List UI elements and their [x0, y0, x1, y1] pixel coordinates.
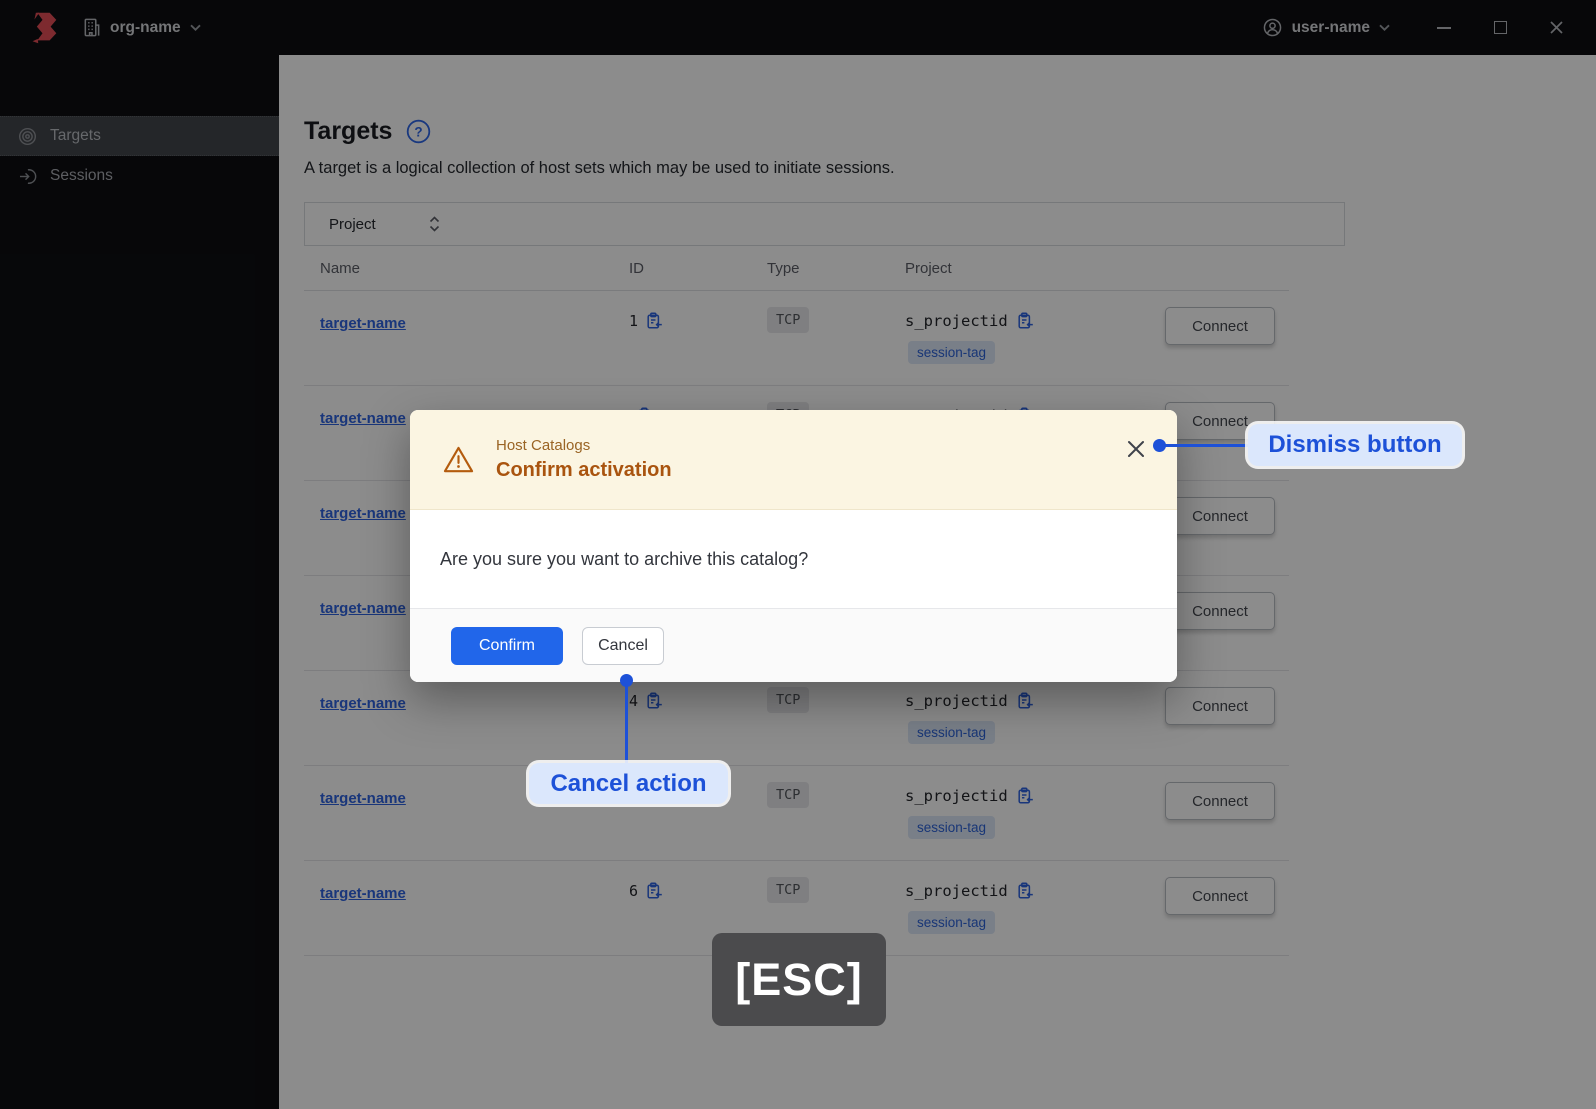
dismiss-button[interactable] — [1124, 437, 1148, 461]
cancel-annotation-dot — [620, 674, 633, 687]
dismiss-annotation-line — [1160, 444, 1250, 447]
cancel-annotation-line — [625, 681, 628, 763]
esc-key-hint: [ESC] — [712, 933, 886, 1026]
warning-icon — [443, 445, 474, 474]
dismiss-annotation-dot — [1153, 439, 1166, 452]
dialog-header: Host Catalogs Confirm activation — [410, 410, 1177, 510]
dialog-message: Are you sure you want to archive this ca… — [410, 510, 1177, 608]
dialog-heading: Host Catalogs Confirm activation — [496, 437, 672, 482]
dialog-footer: Confirm Cancel — [410, 608, 1177, 682]
cancel-annotation-label: Cancel action — [529, 763, 728, 804]
cancel-button[interactable]: Cancel — [582, 626, 664, 665]
dialog-title: Confirm activation — [496, 459, 672, 481]
dialog-eyebrow: Host Catalogs — [496, 437, 591, 454]
confirm-button[interactable]: Confirm — [451, 626, 563, 665]
dismiss-annotation-label: Dismiss button — [1248, 424, 1462, 466]
confirm-dialog: Host Catalogs Confirm activation Are you… — [410, 410, 1177, 682]
